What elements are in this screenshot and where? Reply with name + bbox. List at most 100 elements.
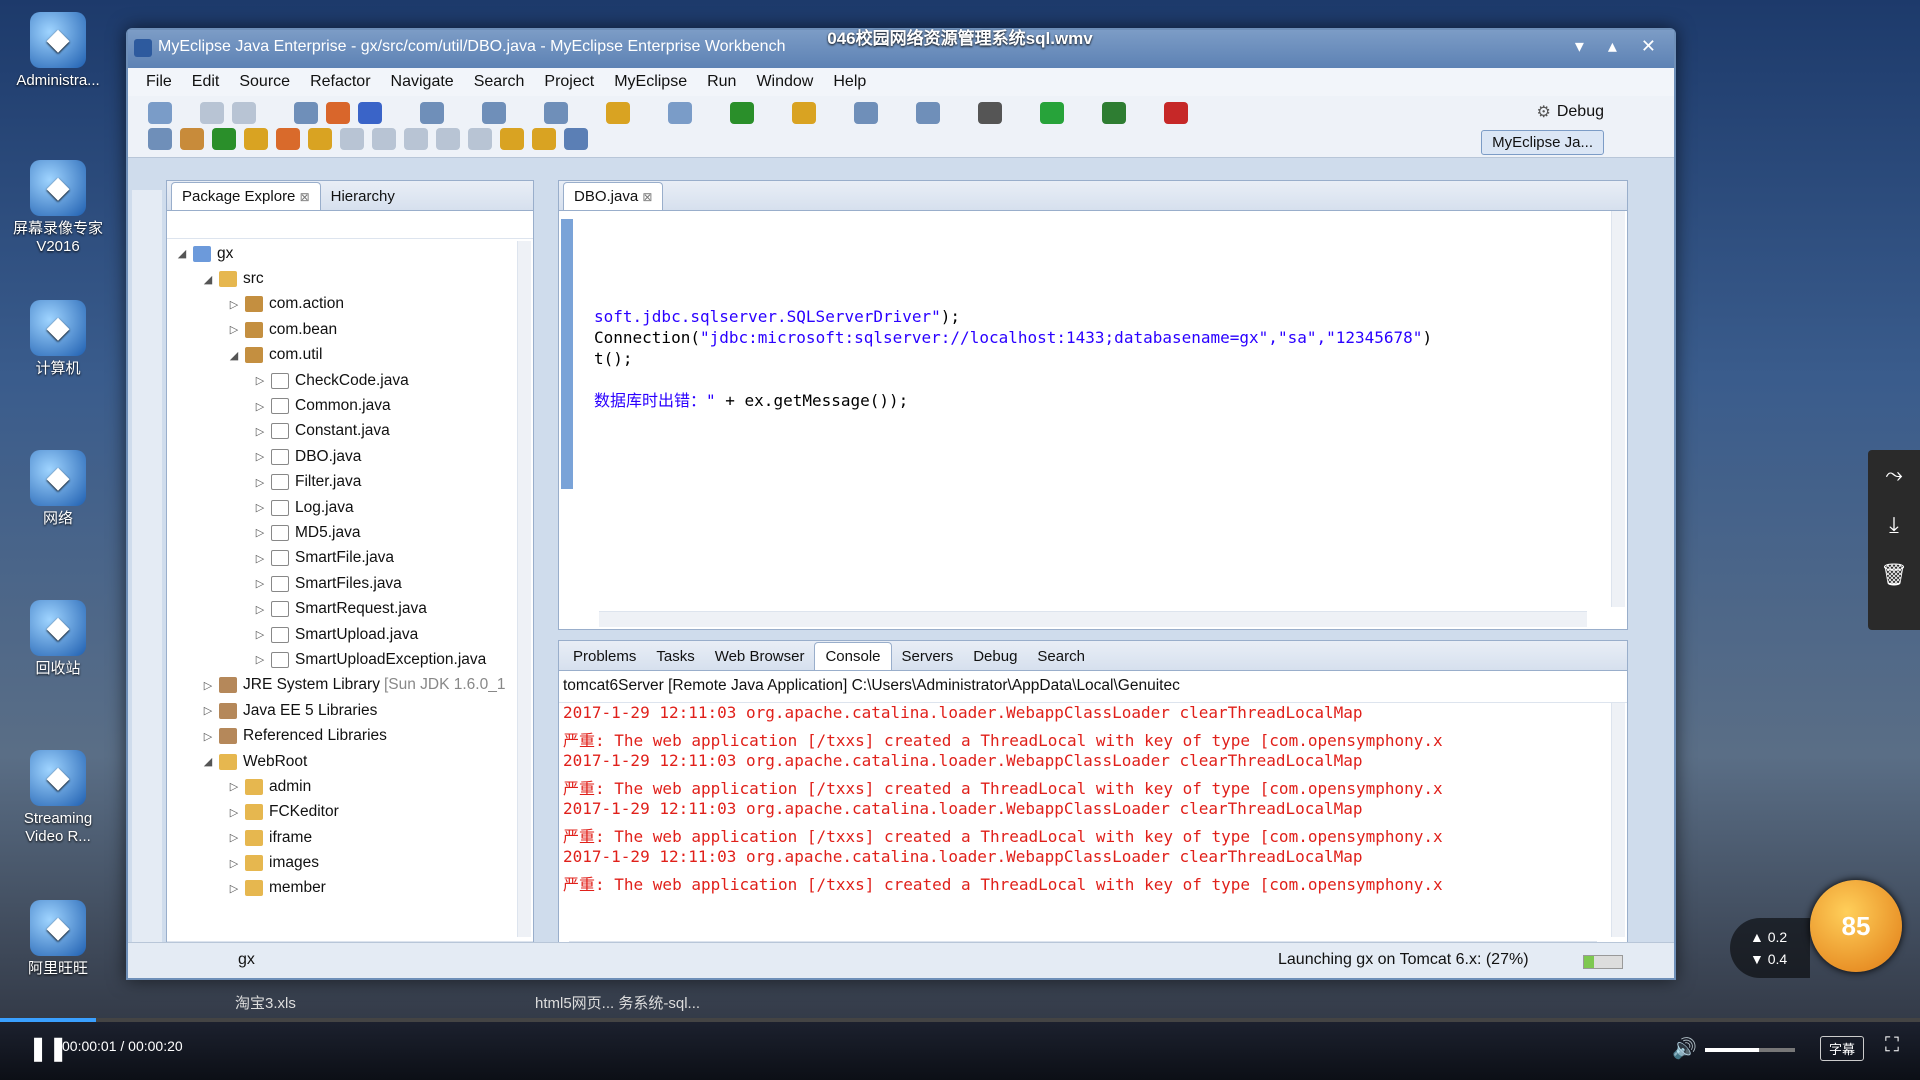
expand-arrow-icon[interactable]: ▷ <box>253 603 267 616</box>
collapse-arrow-icon[interactable]: ◢ <box>201 273 215 286</box>
tree-item[interactable]: ▷ SmartRequest.java <box>167 596 513 621</box>
toolbar-button-icon[interactable] <box>916 102 940 124</box>
menu-item-file[interactable]: File <box>136 73 182 91</box>
code-text-area[interactable]: soft.jdbc.sqlserver.SQLServerDriver"); Co… <box>559 211 1591 607</box>
subtitle-button[interactable]: 字幕 <box>1820 1036 1865 1061</box>
tree-item[interactable]: ▷ images <box>167 850 513 875</box>
collapse-arrow-icon[interactable]: ◢ <box>175 247 189 260</box>
toolbar-button-icon[interactable] <box>308 128 332 150</box>
tree-item[interactable]: ▷ Java EE 5 Libraries <box>167 698 513 723</box>
tree-item[interactable]: ▷ FCKeditor <box>167 800 513 825</box>
menu-item-myeclipse[interactable]: MyEclipse <box>604 73 697 91</box>
toolbar-button-icon[interactable] <box>212 128 236 150</box>
tree-item[interactable]: ▷ SmartUpload.java <box>167 622 513 647</box>
desktop-icon-5[interactable]: ◆ Streaming Video R... <box>8 750 108 846</box>
toolbar-button-icon[interactable] <box>404 128 428 150</box>
tree-item[interactable]: ◢ gx <box>167 241 513 266</box>
volume-icon[interactable]: 🔊 <box>1672 1036 1697 1061</box>
tree-item[interactable]: ▷ com.action <box>167 292 513 317</box>
collapse-arrow-icon[interactable]: ◢ <box>201 755 215 768</box>
tree-item[interactable]: ▷ Constant.java <box>167 419 513 444</box>
toolbar-button-icon[interactable] <box>482 102 506 124</box>
expand-arrow-icon[interactable]: ▷ <box>227 882 241 895</box>
debug-perspective-button[interactable]: ⚙ Debug <box>1537 102 1605 122</box>
toolbar-button-icon[interactable] <box>232 102 256 124</box>
toolbar-button-icon[interactable] <box>730 102 754 124</box>
expand-arrow-icon[interactable]: ▷ <box>253 450 267 463</box>
toolbar-button-icon[interactable] <box>1040 102 1064 124</box>
toolbar-button-icon[interactable] <box>276 128 300 150</box>
toolbar-button-icon[interactable] <box>372 128 396 150</box>
collapse-arrow-icon[interactable]: ◢ <box>227 349 241 362</box>
tab-search[interactable]: Search <box>1027 643 1095 670</box>
toolbar-button-icon[interactable] <box>340 128 364 150</box>
myeclipse-perspective-button[interactable]: MyEclipse Ja... <box>1481 130 1604 155</box>
expand-arrow-icon[interactable]: ▷ <box>201 679 215 692</box>
tab-servers[interactable]: Servers <box>892 643 964 670</box>
close-icon[interactable]: ⊠ <box>300 190 310 204</box>
menu-item-source[interactable]: Source <box>229 73 300 91</box>
toolbar-button-icon[interactable] <box>294 102 318 124</box>
tree-item[interactable]: ▷ admin <box>167 774 513 799</box>
toolbar-button-icon[interactable] <box>200 102 224 124</box>
expand-arrow-icon[interactable]: ▷ <box>253 577 267 590</box>
toolbar-button-icon[interactable] <box>668 102 692 124</box>
expand-arrow-icon[interactable]: ▷ <box>227 323 241 336</box>
tree-item[interactable]: ▷ SmartFile.java <box>167 546 513 571</box>
expand-arrow-icon[interactable]: ▷ <box>201 730 215 743</box>
expand-arrow-icon[interactable]: ▷ <box>253 552 267 565</box>
playback-progress[interactable] <box>0 1018 1920 1022</box>
tree-item[interactable]: ▷ member <box>167 876 513 901</box>
fullscreen-icon[interactable]: ⛶ <box>1885 1034 1899 1057</box>
download-icon[interactable]: ⤓ <box>1868 500 1920 550</box>
expand-arrow-icon[interactable]: ▷ <box>253 526 267 539</box>
tree-item[interactable]: ▷ SmartFiles.java <box>167 571 513 596</box>
menu-item-refactor[interactable]: Refactor <box>300 73 380 91</box>
desktop-icon-6[interactable]: ◆ 阿里旺旺 <box>8 900 108 978</box>
toolbar-button-icon[interactable] <box>326 102 350 124</box>
tab-debug[interactable]: Debug <box>963 643 1027 670</box>
expand-arrow-icon[interactable]: ▷ <box>253 400 267 413</box>
menu-item-run[interactable]: Run <box>697 73 746 91</box>
tree-item[interactable]: ▷ JRE System Library [Sun JDK 1.6.0_1 <box>167 673 513 698</box>
tree-item[interactable]: ▷ Referenced Libraries <box>167 723 513 748</box>
menu-item-project[interactable]: Project <box>534 73 604 91</box>
tree-item[interactable]: ▷ SmartUploadException.java <box>167 647 513 672</box>
console-output[interactable]: 2017-1-29 12:11:03 org.apache.catalina.l… <box>559 703 1605 937</box>
system-score-badge[interactable]: 85 <box>1810 880 1902 972</box>
share-icon[interactable]: ⤳ <box>1868 450 1920 500</box>
toolbar-button-icon[interactable] <box>358 102 382 124</box>
tab-problems[interactable]: Problems <box>563 643 646 670</box>
toolbar-button-icon[interactable] <box>606 102 630 124</box>
toolbar-button-icon[interactable] <box>1102 102 1126 124</box>
expand-arrow-icon[interactable]: ▷ <box>227 806 241 819</box>
expand-arrow-icon[interactable]: ▷ <box>227 831 241 844</box>
tree-item[interactable]: ▷ Log.java <box>167 495 513 520</box>
toolbar-button-icon[interactable] <box>978 102 1002 124</box>
tab-package-explorer[interactable]: Package Explore ⊠ <box>171 182 321 210</box>
toolbar-button-icon[interactable] <box>468 128 492 150</box>
toolbar-button-icon[interactable] <box>180 128 204 150</box>
toolbar-button-icon[interactable] <box>420 102 444 124</box>
tree-item[interactable]: ◢ src <box>167 266 513 291</box>
expand-arrow-icon[interactable]: ▷ <box>253 476 267 489</box>
menu-item-navigate[interactable]: Navigate <box>381 73 464 91</box>
expand-arrow-icon[interactable]: ▷ <box>253 501 267 514</box>
toolbar-button-icon[interactable] <box>532 128 556 150</box>
tree-item[interactable]: ▷ Filter.java <box>167 470 513 495</box>
toolbar-button-icon[interactable] <box>148 102 172 124</box>
expand-arrow-icon[interactable]: ▷ <box>253 425 267 438</box>
toolbar-button-icon[interactable] <box>500 128 524 150</box>
expand-arrow-icon[interactable]: ▷ <box>227 298 241 311</box>
menu-item-help[interactable]: Help <box>823 73 876 91</box>
toolbar-button-icon[interactable] <box>1164 102 1188 124</box>
desktop-icon-2[interactable]: ◆ 计算机 <box>8 300 108 378</box>
expand-arrow-icon[interactable]: ▷ <box>227 857 241 870</box>
tree-item[interactable]: ▷ CheckCode.java <box>167 368 513 393</box>
tree-item[interactable]: ◢ WebRoot <box>167 749 513 774</box>
toolbar-button-icon[interactable] <box>436 128 460 150</box>
toolbar-button-icon[interactable] <box>244 128 268 150</box>
editor-horizontal-scrollbar[interactable] <box>599 611 1587 627</box>
expand-arrow-icon[interactable]: ▷ <box>227 780 241 793</box>
menu-item-window[interactable]: Window <box>746 73 823 91</box>
